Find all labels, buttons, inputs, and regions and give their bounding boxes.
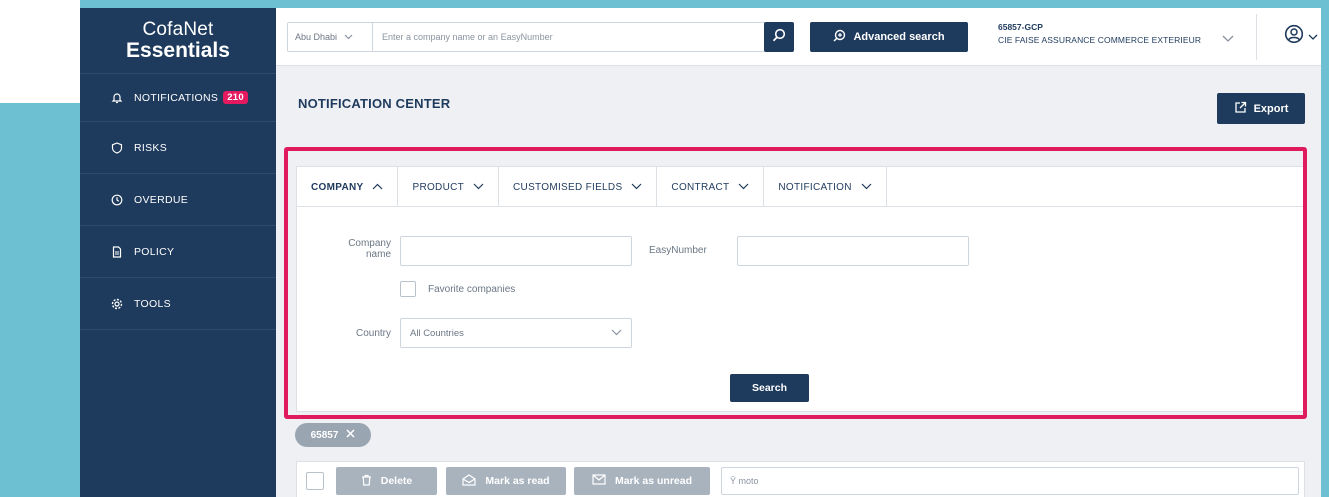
export-button[interactable]: Export [1217,93,1305,124]
account-code: 65857-GCP [998,22,1043,32]
company-name-label-line-2: name [365,249,391,260]
sidebar-item-notifications[interactable]: NOTIFICATIONS 210 [80,74,276,122]
tab-customised-fields[interactable]: CUSTOMISED FIELDS [499,167,658,207]
chevron-up-icon [372,182,383,193]
location-dropdown[interactable]: Abu Dhabi [288,23,373,51]
country-label: Country [355,328,391,339]
search-icon [772,28,786,47]
account-selector[interactable]: 65857-GCP CIE FAISE ASSURANCE COMMERCE E… [998,22,1238,45]
delete-button[interactable]: Delete [336,467,437,495]
tab-label: CONTRACT [671,181,730,193]
sidebar-item-risks[interactable]: RISKS [80,122,276,174]
advanced-search-label: Advanced search [853,31,945,43]
sidebar-item-tools[interactable]: TOOLS [80,278,276,330]
country-value: All Countries [410,327,464,339]
mark-as-unread-button[interactable]: Mark as unread [574,467,710,495]
tab-contract[interactable]: CONTRACT [657,167,765,207]
chevron-down-icon [473,182,484,193]
page-title: NOTIFICATION CENTER [298,96,451,111]
notification-toolbar: Delete Mark as read Mark as unread Ÿ mot… [296,461,1305,497]
sidebar-item-label: RISKS [134,141,168,154]
favorite-companies-label: Favorite companies [428,284,516,295]
company-name-label-line-1: Company [348,238,391,249]
logo-line-1: CofaNet [142,19,214,40]
sidebar-item-policy[interactable]: POLICY [80,226,276,278]
mark-as-read-label: Mark as read [485,475,550,487]
chevron-down-icon [344,32,353,42]
open-envelope-icon [462,473,476,489]
tab-label: PRODUCT [412,181,465,193]
logo-line-2: Essentials [126,39,230,62]
mark-as-read-button[interactable]: Mark as read [446,467,566,495]
sidebar-item-label: OVERDUE [134,193,189,206]
chevron-down-icon [738,182,749,193]
tab-notification[interactable]: NOTIFICATION [764,167,887,207]
favorite-companies-checkbox[interactable] [400,281,416,297]
advanced-search-button[interactable]: Advanced search [810,22,968,52]
search-input[interactable]: Enter a company name or an EasyNumber [382,23,553,51]
export-label: Export [1253,102,1289,115]
filter-chip[interactable]: 65857 [295,423,371,447]
select-all-checkbox[interactable] [306,472,324,490]
divider [1256,14,1257,60]
easynumber-field[interactable] [737,236,969,266]
delete-label: Delete [380,475,413,487]
decor-top [80,0,1329,8]
tab-label: NOTIFICATION [778,181,852,193]
tab-product[interactable]: PRODUCT [398,167,500,207]
company-name-field[interactable] [400,236,632,266]
logo[interactable]: CofaNet Essentials [80,8,276,74]
company-name-label: Company name [317,238,391,260]
sidebar-item-label: NOTIFICATIONS [134,91,219,104]
bell-icon [110,91,124,105]
company-search-box: Abu Dhabi Enter a company name or an Eas… [287,22,792,52]
tab-label: CUSTOMISED FIELDS [513,181,623,193]
trash-icon [361,474,372,489]
location-value: Abu Dhabi [295,32,338,42]
gear-icon [110,297,124,311]
notification-count-badge: 210 [223,91,248,104]
shield-icon [110,141,124,155]
mark-as-unread-label: Mark as unread [614,475,693,487]
tab-company[interactable]: COMPANY [297,167,399,207]
chevron-down-icon [631,182,642,193]
search-submit-button[interactable]: Search [730,374,809,402]
filter-panel: COMPANY PRODUCT CUSTOMISED FIELDS CONTRA… [296,166,1305,412]
easynumber-label: EasyNumber [649,245,707,256]
chevron-down-icon [611,328,622,339]
filter-chip-label: 65857 [310,429,339,441]
envelope-icon [592,474,606,488]
user-menu[interactable] [1284,24,1318,49]
sidebar-item-label: POLICY [134,245,175,258]
sidebar: CofaNet Essentials NOTIFICATIONS 210 RIS… [80,8,276,497]
user-icon [1284,24,1304,49]
decor-left [0,103,80,497]
filter-tabs: COMPANY PRODUCT CUSTOMISED FIELDS CONTRA… [297,167,1304,207]
clock-icon [110,193,124,207]
top-bar: Abu Dhabi Enter a company name or an Eas… [276,8,1321,66]
search-button[interactable] [764,22,794,52]
sidebar-item-overdue[interactable]: OVERDUE [80,174,276,226]
sidebar-item-label: TOOLS [134,297,171,310]
document-icon [110,245,124,259]
chevron-down-icon [1308,28,1318,46]
chevron-down-icon[interactable] [1222,30,1234,48]
export-icon [1234,101,1247,117]
country-select[interactable]: All Countries [400,318,632,348]
tab-label: COMPANY [311,181,364,193]
account-name: CIE FAISE ASSURANCE COMMERCE EXTERIEUR [998,35,1202,45]
notification-filter-input[interactable]: Ÿ moto [721,467,1299,495]
decor-right [1321,0,1329,497]
chevron-down-icon [861,182,872,193]
close-icon[interactable] [346,429,355,441]
app-window: CofaNet Essentials NOTIFICATIONS 210 RIS… [80,8,1321,497]
advanced-search-icon [833,29,846,45]
